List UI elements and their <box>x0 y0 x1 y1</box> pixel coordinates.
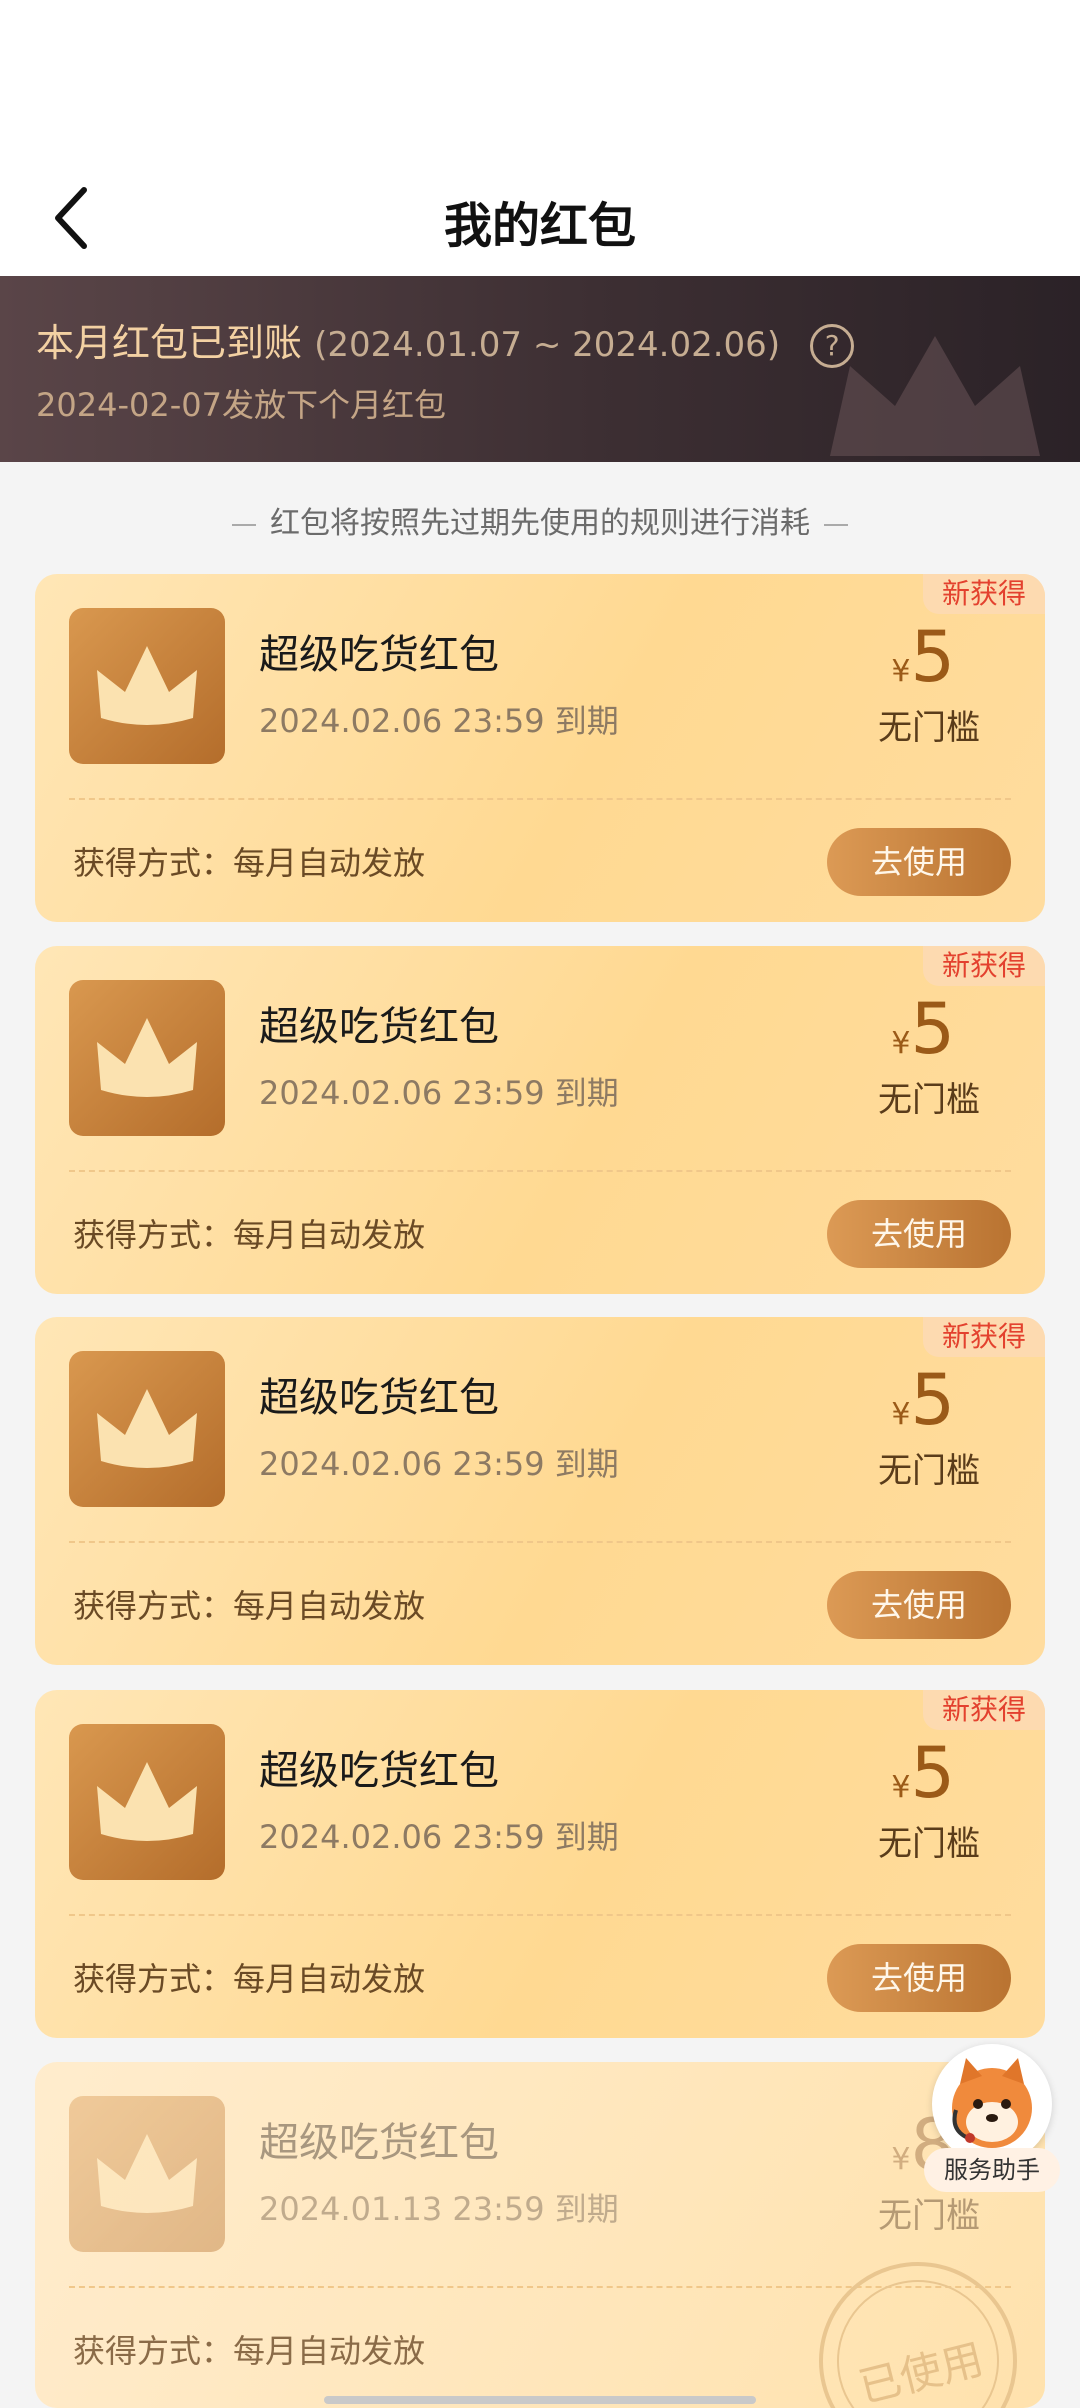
crown-icon <box>97 1018 197 1097</box>
coupon-threshold: 无门槛 <box>878 1080 980 1120</box>
assistant-label: 服务助手 <box>924 2148 1060 2192</box>
currency-symbol: ¥ <box>891 1397 911 1432</box>
banner-date-range: (2024.01.07 ~ 2024.02.06) <box>314 325 781 365</box>
coupon-card[interactable]: 新获得 超级吃货红包 2024.02.06 23:59 到期 ¥5 无门槛 获得… <box>35 946 1045 1294</box>
coupon-name: 超级吃货红包 <box>259 2120 499 2166</box>
help-icon[interactable]: ? <box>810 323 855 368</box>
crown-icon-box <box>69 608 225 764</box>
coupon-source: 获得方式：每月自动发放 <box>73 1216 426 1254</box>
coupon-expire: 2024.02.06 23:59 到期 <box>259 1074 619 1112</box>
new-badge: 新获得 <box>923 946 1045 986</box>
coupon-amount: ¥5 <box>891 1732 955 1814</box>
coupon-threshold: 无门槛 <box>878 1451 980 1491</box>
used-stamp: 已使用 <box>797 2240 1039 2408</box>
assistant-avatar-drawing <box>952 2058 1032 2148</box>
coupon-card[interactable]: 新获得 超级吃货红包 2024.02.06 23:59 到期 ¥5 无门槛 获得… <box>35 574 1045 922</box>
banner-title: 本月红包已到账 <box>36 321 303 365</box>
coupon-name: 超级吃货红包 <box>259 1748 499 1794</box>
nav-bar: 我的红包 <box>0 160 1080 276</box>
coupon-expire: 2024.02.06 23:59 到期 <box>259 702 619 740</box>
rule-dash-left <box>232 523 256 526</box>
new-badge: 新获得 <box>923 1317 1045 1357</box>
next-release-text: 2024-02-07发放下个月红包 <box>36 386 446 424</box>
currency-symbol: ¥ <box>891 654 911 689</box>
crown-icon-box <box>69 1724 225 1880</box>
use-button[interactable]: 去使用 <box>827 828 1011 896</box>
crown-icon <box>97 1762 197 1841</box>
coupon-source: 获得方式：每月自动发放 <box>73 1587 426 1625</box>
crown-icon <box>97 2134 197 2213</box>
coupon-threshold: 无门槛 <box>878 1824 980 1864</box>
shiba-dog-icon <box>932 2044 1052 2164</box>
rule-dash-right <box>824 523 848 526</box>
use-button[interactable]: 去使用 <box>827 1571 1011 1639</box>
coupon-amount: ¥5 <box>891 616 955 698</box>
use-button[interactable]: 去使用 <box>827 1200 1011 1268</box>
coupon-amount: ¥5 <box>891 1359 955 1441</box>
new-badge: 新获得 <box>923 1690 1045 1730</box>
amount-value: 5 <box>910 1732 955 1814</box>
crown-icon-box <box>69 980 225 1136</box>
currency-symbol: ¥ <box>891 1026 911 1061</box>
coupon-name: 超级吃货红包 <box>259 1375 499 1421</box>
coupon-threshold: 无门槛 <box>878 708 980 748</box>
coupon-card[interactable]: 新获得 超级吃货红包 2024.02.06 23:59 到期 ¥5 无门槛 获得… <box>35 1317 1045 1665</box>
crown-watermark-icon <box>830 336 1040 456</box>
crown-icon-box <box>69 1351 225 1507</box>
currency-symbol: ¥ <box>891 1770 911 1805</box>
amount-value: 5 <box>910 988 955 1070</box>
coupon-name: 超级吃货红包 <box>259 1004 499 1050</box>
currency-symbol: ¥ <box>891 2142 911 2177</box>
crown-icon <box>97 1389 197 1468</box>
page-title: 我的红包 <box>443 198 636 254</box>
new-badge: 新获得 <box>923 574 1045 614</box>
coupon-card-used[interactable]: 超级吃货红包 2024.01.13 23:59 到期 ¥8 无门槛 获得方式：每… <box>35 2062 1045 2408</box>
coupon-amount: ¥5 <box>891 988 955 1070</box>
crown-icon <box>97 646 197 725</box>
coupon-source: 获得方式：每月自动发放 <box>73 1960 426 1998</box>
amount-value: 5 <box>910 1359 955 1441</box>
dashed-divider <box>69 798 1011 800</box>
dashed-divider <box>69 1170 1011 1172</box>
amount-value: 5 <box>910 616 955 698</box>
dashed-divider <box>69 1541 1011 1543</box>
rule-text: 红包将按照先过期先使用的规则进行消耗 <box>270 506 810 541</box>
coupon-source: 获得方式：每月自动发放 <box>73 2332 426 2370</box>
crown-icon-box <box>69 2096 225 2252</box>
coupon-expire: 2024.01.13 23:59 到期 <box>259 2190 619 2228</box>
status-bar <box>0 0 1080 160</box>
dashed-divider <box>69 1914 1011 1916</box>
coupon-source: 获得方式：每月自动发放 <box>73 844 426 882</box>
coupon-expire: 2024.02.06 23:59 到期 <box>259 1818 619 1856</box>
coupon-expire: 2024.02.06 23:59 到期 <box>259 1445 619 1483</box>
use-button[interactable]: 去使用 <box>827 1944 1011 2012</box>
consumption-rule: 红包将按照先过期先使用的规则进行消耗 <box>0 498 1080 542</box>
home-indicator[interactable] <box>324 2396 756 2404</box>
service-assistant[interactable]: 服务助手 <box>924 2044 1060 2204</box>
monthly-banner: 本月红包已到账 (2024.01.07 ~ 2024.02.06) ? 2024… <box>0 276 1080 462</box>
coupon-card[interactable]: 新获得 超级吃货红包 2024.02.06 23:59 到期 ¥5 无门槛 获得… <box>35 1690 1045 2038</box>
coupon-name: 超级吃货红包 <box>259 632 499 678</box>
